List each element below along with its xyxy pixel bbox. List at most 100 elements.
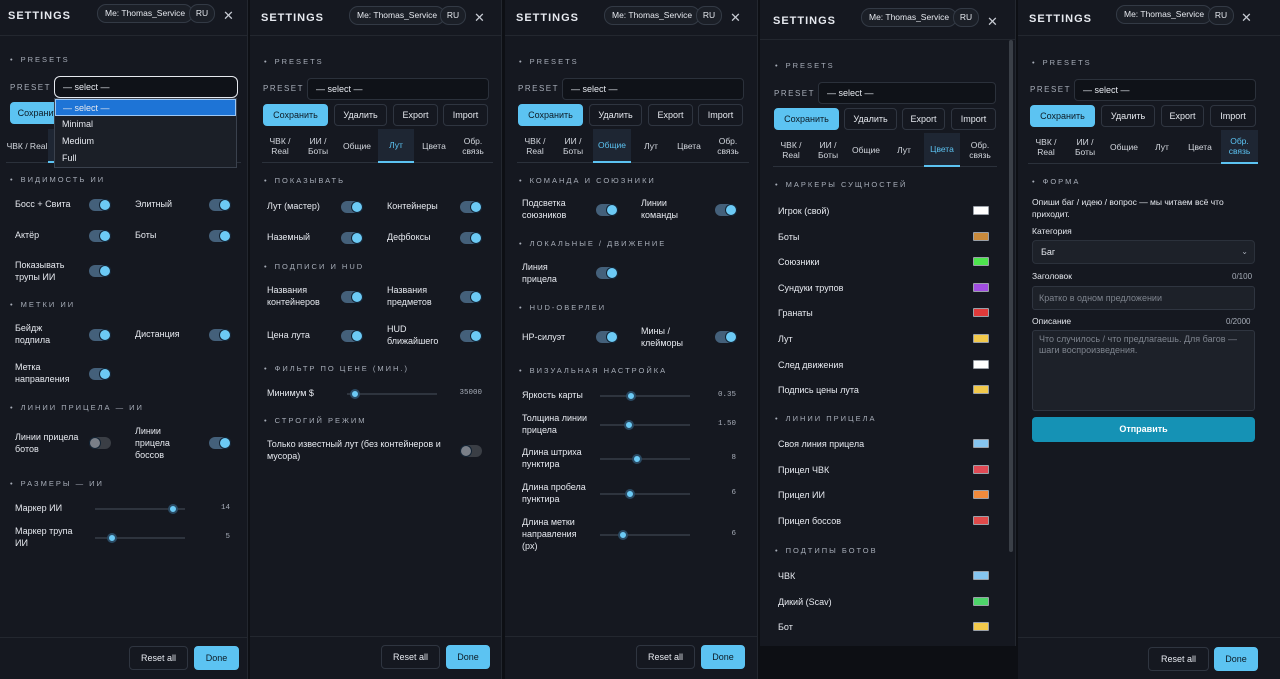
tab-general[interactable]: Общие	[847, 133, 885, 167]
loot-price-toggle[interactable]	[341, 330, 363, 342]
tab-colors[interactable]: Цвета	[1182, 130, 1218, 164]
done-button[interactable]: Done	[194, 646, 239, 670]
color-swatch[interactable]	[973, 206, 989, 215]
export-button[interactable]: Export	[902, 108, 945, 130]
direction-length-slider[interactable]	[600, 534, 690, 536]
tab-loot[interactable]: Лут	[1144, 130, 1180, 164]
save-button[interactable]: Сохранить	[774, 108, 839, 130]
mines-toggle[interactable]	[715, 331, 737, 343]
corpses-toggle[interactable]	[89, 265, 111, 277]
tab-pmc[interactable]: ЧВК / Real	[1028, 130, 1064, 164]
ground-toggle[interactable]	[341, 232, 363, 244]
color-swatch[interactable]	[973, 385, 989, 395]
color-swatch[interactable]	[973, 571, 989, 580]
tab-pmc[interactable]: ЧВК / Real	[262, 129, 298, 163]
strict-toggle[interactable]	[460, 445, 482, 457]
minimum-slider[interactable]	[347, 393, 437, 395]
tab-pmc[interactable]: ЧВК / Real	[6, 129, 48, 163]
close-icon[interactable]: ✕	[223, 8, 234, 24]
delete-button[interactable]: Удалить	[1101, 105, 1155, 127]
reset-all-button[interactable]: Reset all	[381, 645, 440, 669]
color-swatch[interactable]	[973, 308, 989, 318]
badge-toggle[interactable]	[89, 329, 111, 341]
brightness-slider[interactable]	[600, 395, 690, 397]
color-swatch[interactable]	[973, 464, 989, 474]
import-button[interactable]: Import	[1210, 105, 1256, 127]
dropdown-option[interactable]: — select —	[55, 99, 236, 116]
preset-select[interactable]: — select —	[818, 82, 996, 104]
save-button[interactable]: Сохранить	[1030, 105, 1095, 127]
distance-toggle[interactable]	[209, 329, 231, 341]
done-button[interactable]: Done	[701, 645, 745, 669]
save-button[interactable]: Сохранить	[263, 104, 328, 126]
preset-select[interactable]: — select —	[307, 78, 489, 100]
dropdown-option[interactable]: Minimal	[55, 116, 236, 133]
color-swatch[interactable]	[973, 515, 989, 525]
loot-master-toggle[interactable]	[341, 201, 363, 213]
reset-all-button[interactable]: Reset all	[636, 645, 695, 669]
direction-toggle[interactable]	[89, 368, 111, 380]
save-button[interactable]: Сохранить	[518, 104, 583, 126]
gap-length-slider[interactable]	[600, 493, 690, 495]
close-icon[interactable]: ✕	[1241, 10, 1252, 26]
tab-colors[interactable]: Цвета	[924, 133, 960, 167]
color-swatch[interactable]	[973, 359, 989, 369]
tab-loot[interactable]: Лут	[378, 129, 414, 163]
elite-toggle[interactable]	[209, 199, 231, 211]
done-button[interactable]: Done	[446, 645, 490, 669]
category-select[interactable]: Баг ⌄	[1032, 240, 1255, 264]
item-names-toggle[interactable]	[460, 291, 482, 303]
boss-sight-toggle[interactable]	[209, 437, 231, 449]
tab-feedback[interactable]: Обр. связь	[454, 129, 492, 163]
language-button[interactable]: RU	[440, 6, 466, 25]
aim-line-toggle[interactable]	[596, 267, 618, 279]
gap-length-knob[interactable]	[625, 489, 635, 499]
color-swatch[interactable]	[973, 622, 989, 632]
actor-toggle[interactable]	[89, 230, 111, 242]
close-icon[interactable]: ✕	[987, 14, 998, 30]
import-button[interactable]: Import	[443, 104, 488, 126]
language-button[interactable]: RU	[189, 4, 215, 23]
tab-ai[interactable]: ИИ / Боты	[810, 133, 846, 167]
ally-highlight-toggle[interactable]	[596, 204, 618, 216]
corpse-marker-knob[interactable]	[107, 533, 117, 543]
boss-toggle[interactable]	[89, 199, 111, 211]
reset-all-button[interactable]: Reset all	[129, 646, 188, 670]
preset-select[interactable]: — select —	[562, 78, 744, 100]
ai-marker-knob[interactable]	[168, 504, 178, 514]
delete-button[interactable]: Удалить	[844, 108, 897, 130]
tab-general[interactable]: Общие	[593, 129, 631, 163]
stashes-toggle[interactable]	[460, 232, 482, 244]
brightness-knob[interactable]	[626, 391, 636, 401]
dash-length-slider[interactable]	[600, 458, 690, 460]
color-swatch[interactable]	[973, 334, 989, 343]
dropdown-option[interactable]: Medium	[55, 133, 236, 150]
color-swatch[interactable]	[973, 596, 989, 606]
preset-select[interactable]: — select —	[1074, 79, 1256, 101]
delete-button[interactable]: Удалить	[334, 104, 387, 126]
direction-length-knob[interactable]	[618, 530, 628, 540]
dash-length-knob[interactable]	[632, 454, 642, 464]
thickness-slider[interactable]	[600, 424, 690, 426]
description-textarea[interactable]: Что случилось / что предлагаешь. Для баг…	[1032, 330, 1255, 411]
export-button[interactable]: Export	[648, 104, 693, 126]
tab-feedback[interactable]: Обр. связь	[962, 133, 998, 167]
tab-feedback[interactable]: Обр. связь	[709, 129, 747, 163]
hud-nearest-toggle[interactable]	[460, 330, 482, 342]
language-button[interactable]: RU	[953, 8, 979, 27]
tab-ai[interactable]: ИИ / Боты	[1066, 130, 1104, 164]
preset-select[interactable]: — select —	[54, 76, 238, 98]
color-swatch[interactable]	[973, 439, 989, 448]
tab-feedback[interactable]: Обр. связь	[1221, 130, 1258, 164]
tab-general[interactable]: Общие	[1105, 130, 1143, 164]
tab-general[interactable]: Общие	[338, 129, 376, 163]
bots-toggle[interactable]	[209, 230, 231, 242]
color-swatch[interactable]	[973, 282, 989, 292]
tab-pmc[interactable]: ЧВК / Real	[773, 133, 809, 167]
scrollbar[interactable]	[1009, 40, 1013, 552]
color-swatch[interactable]	[973, 257, 989, 267]
import-button[interactable]: Import	[951, 108, 996, 130]
containers-toggle[interactable]	[460, 201, 482, 213]
team-lines-toggle[interactable]	[715, 204, 737, 216]
tab-loot[interactable]: Лут	[886, 133, 922, 167]
